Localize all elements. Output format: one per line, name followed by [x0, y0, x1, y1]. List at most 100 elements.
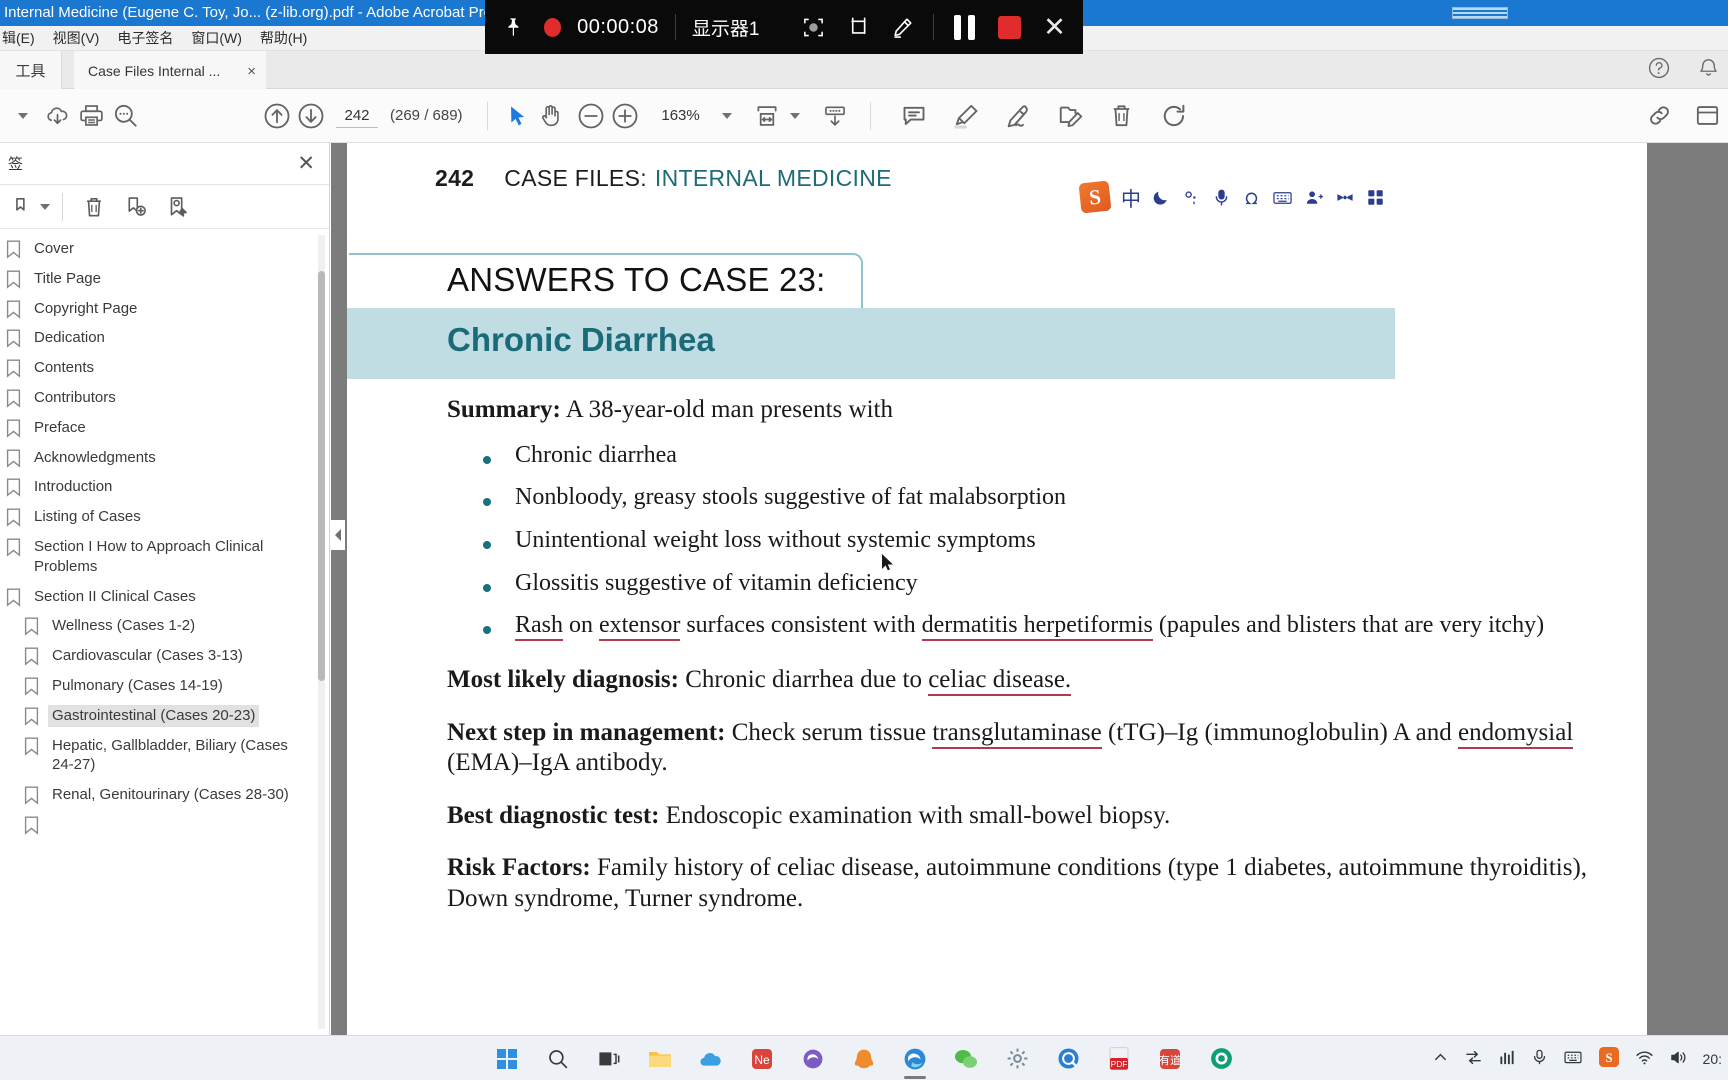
- file-explorer-icon[interactable]: [644, 1043, 676, 1075]
- previous-page-icon[interactable]: [260, 99, 294, 133]
- pin-icon[interactable]: [499, 11, 528, 43]
- recorder-monitor-label[interactable]: 显示器1: [692, 14, 760, 41]
- bowtie-icon[interactable]: [1335, 188, 1355, 207]
- link-icon[interactable]: [1642, 99, 1676, 133]
- ime-panel-icon[interactable]: [1563, 1049, 1583, 1069]
- bookmark-item-introduction[interactable]: Introduction: [0, 472, 329, 502]
- menu-item-window[interactable]: 窗口(W): [182, 28, 251, 48]
- bookmark-item-section-2[interactable]: Section II Clinical Cases: [0, 582, 329, 612]
- green-circle-icon[interactable]: [1205, 1043, 1237, 1075]
- bookmark-item-copyright-page[interactable]: Copyright Page: [0, 294, 329, 324]
- select-tool-icon[interactable]: [500, 99, 534, 133]
- bookmark-item-wellness[interactable]: Wellness (Cases 1-2): [0, 611, 329, 641]
- crop-icon[interactable]: [844, 11, 873, 43]
- bookmark-item-pulmonary[interactable]: Pulmonary (Cases 14-19): [0, 671, 329, 701]
- page-number-input[interactable]: [336, 103, 378, 128]
- volume-meter-icon[interactable]: [1498, 1049, 1516, 1069]
- rotate-icon[interactable]: [1157, 99, 1191, 133]
- find-bookmark-icon[interactable]: [159, 188, 197, 226]
- sogou-search-icon[interactable]: [1052, 1043, 1084, 1075]
- close-icon[interactable]: ✕: [1040, 11, 1069, 43]
- bookmark-item-partial[interactable]: [0, 810, 329, 839]
- sidebar-chevron-down-icon[interactable]: [40, 203, 50, 210]
- menu-item-esign[interactable]: 电子签名: [108, 28, 182, 48]
- bookmark-item-hepatic[interactable]: Hepatic, Gallbladder, Biliary (Cases 24-…: [0, 731, 329, 781]
- menu-item-edit[interactable]: 辑(E): [0, 28, 44, 48]
- comment-icon[interactable]: [897, 99, 931, 133]
- apps-grid-icon[interactable]: [1366, 188, 1385, 207]
- close-icon[interactable]: ×: [241, 63, 256, 80]
- bookmark-item-gastrointestinal[interactable]: Gastrointestinal (Cases 20-23): [0, 701, 329, 731]
- clock-label[interactable]: 20:: [1703, 1051, 1722, 1067]
- delete-bookmark-icon[interactable]: [75, 188, 113, 226]
- tim-icon[interactable]: [848, 1043, 880, 1075]
- record-dot-icon[interactable]: [543, 17, 562, 37]
- sogou-logo-icon[interactable]: S: [1078, 180, 1112, 214]
- bookmark-item-acknowledgments[interactable]: Acknowledgments: [0, 443, 329, 473]
- zoom-chevron-down-icon[interactable]: [721, 112, 732, 119]
- bookmark-item-renal[interactable]: Renal, Genitourinary (Cases 28-30): [0, 780, 329, 810]
- bookmark-item-contents[interactable]: Contents: [0, 353, 329, 383]
- bell-icon[interactable]: [1697, 56, 1720, 84]
- moon-icon[interactable]: [1152, 188, 1171, 207]
- fit-chevron-down-icon[interactable]: [789, 112, 800, 119]
- edge-dev-icon[interactable]: [797, 1043, 829, 1075]
- user-icon[interactable]: [1304, 188, 1324, 207]
- ime-mode-chinese[interactable]: 中: [1121, 183, 1141, 212]
- form-fill-icon[interactable]: [818, 99, 852, 133]
- document-tab[interactable]: Case Files Internal ... ×: [74, 51, 266, 89]
- stop-icon[interactable]: [995, 11, 1024, 43]
- search-icon[interactable]: [542, 1043, 574, 1075]
- youdao-icon[interactable]: 有道: [1154, 1043, 1186, 1075]
- wechat-icon[interactable]: [950, 1043, 982, 1075]
- capture-region-icon[interactable]: [799, 11, 828, 43]
- more-icon[interactable]: [1690, 99, 1724, 133]
- zoom-out-icon[interactable]: [574, 99, 608, 133]
- sidebar-collapse-handle[interactable]: [331, 520, 345, 550]
- hand-tool-icon[interactable]: [534, 99, 568, 133]
- bookmark-item-preface[interactable]: Preface: [0, 413, 329, 443]
- bookmark-item-dedication[interactable]: Dedication: [0, 323, 329, 353]
- chevron-up-icon[interactable]: [1432, 1049, 1449, 1069]
- menu-item-view[interactable]: 视图(V): [44, 28, 109, 48]
- save-cloud-icon[interactable]: [40, 99, 74, 133]
- sidebar-close-icon[interactable]: ✕: [297, 153, 315, 174]
- chevron-down-icon[interactable]: [18, 112, 28, 119]
- pause-icon[interactable]: [950, 11, 979, 43]
- task-view-icon[interactable]: [593, 1043, 625, 1075]
- sogou-icon[interactable]: S: [1598, 1046, 1620, 1071]
- bookmark-item-section-1[interactable]: Section I How to Approach Clinical Probl…: [0, 532, 329, 582]
- wifi-icon[interactable]: [1635, 1049, 1654, 1069]
- network-switch-icon[interactable]: [1464, 1049, 1483, 1069]
- delete-icon[interactable]: [1105, 99, 1139, 133]
- weather-icon[interactable]: [1182, 188, 1201, 207]
- omega-symbol-icon[interactable]: [1242, 188, 1261, 207]
- menu-item-help[interactable]: 帮助(H): [251, 28, 316, 48]
- pen-icon[interactable]: [888, 11, 917, 43]
- keyboard-icon[interactable]: [1272, 188, 1293, 207]
- acrobat-icon[interactable]: PDF: [1103, 1043, 1135, 1075]
- sign-icon[interactable]: [1001, 99, 1035, 133]
- speaker-icon[interactable]: [1669, 1049, 1688, 1069]
- microphone-icon[interactable]: [1212, 188, 1231, 207]
- bookmark-item-cover[interactable]: Cover: [0, 234, 329, 264]
- highlight-icon[interactable]: [949, 99, 983, 133]
- tools-button[interactable]: 工具: [0, 51, 62, 89]
- print-icon[interactable]: [74, 99, 108, 133]
- search-icon[interactable]: [108, 99, 142, 133]
- document-view[interactable]: 242 CASE FILES: INTERNAL MEDICINE ANSWERS …: [331, 143, 1728, 1035]
- zoom-level-input[interactable]: [651, 103, 710, 128]
- fit-page-icon[interactable]: [750, 99, 784, 133]
- netease-icon[interactable]: Ne: [746, 1043, 778, 1075]
- windows-start-icon[interactable]: [491, 1043, 523, 1075]
- microphone-icon[interactable]: [1531, 1048, 1548, 1069]
- bookmark-item-listing-of-cases[interactable]: Listing of Cases: [0, 502, 329, 532]
- edge-icon[interactable]: [899, 1043, 931, 1079]
- options-dropdown-icon[interactable]: [4, 188, 42, 226]
- bookmark-item-title-page[interactable]: Title Page: [0, 264, 329, 294]
- next-page-icon[interactable]: [294, 99, 328, 133]
- settings-icon[interactable]: [1001, 1043, 1033, 1075]
- zoom-in-icon[interactable]: [608, 99, 642, 133]
- sogou-ime-toolbar[interactable]: S 中: [1076, 180, 1389, 214]
- new-bookmark-icon[interactable]: [117, 188, 155, 226]
